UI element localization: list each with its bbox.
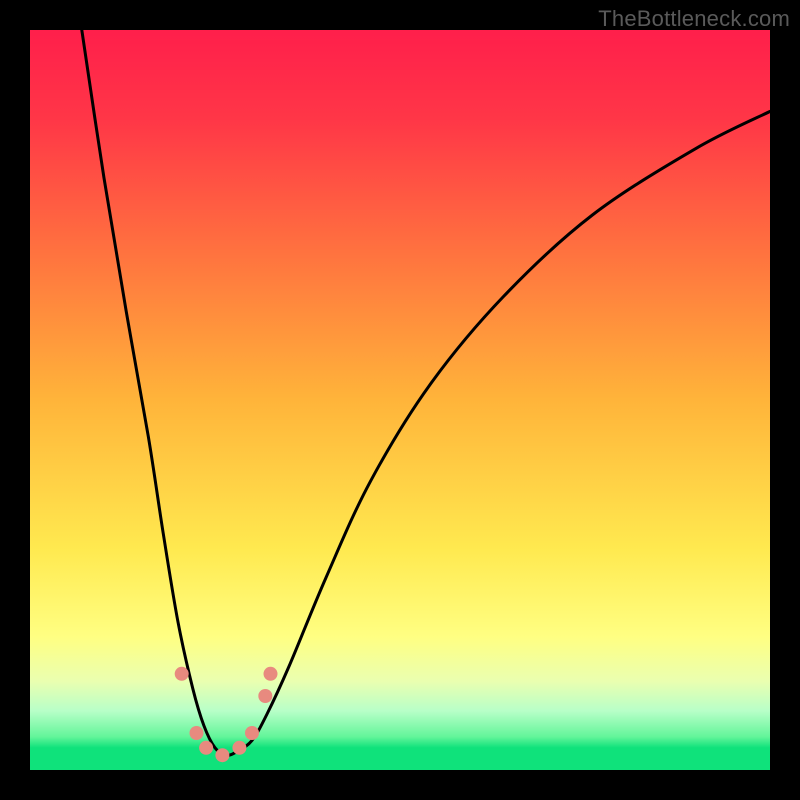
curve-marker — [232, 741, 246, 755]
curve-marker — [245, 726, 259, 740]
curve-marker — [190, 726, 204, 740]
curve-marker — [215, 748, 229, 762]
curve-marker — [175, 667, 189, 681]
curve-marker — [199, 741, 213, 755]
chart-frame: TheBottleneck.com — [0, 0, 800, 800]
curve-layer — [30, 30, 770, 770]
watermark-text: TheBottleneck.com — [598, 6, 790, 32]
curve-marker — [264, 667, 278, 681]
curve-marker — [258, 689, 272, 703]
bottleneck-curve — [82, 30, 770, 755]
plot-area — [30, 30, 770, 770]
